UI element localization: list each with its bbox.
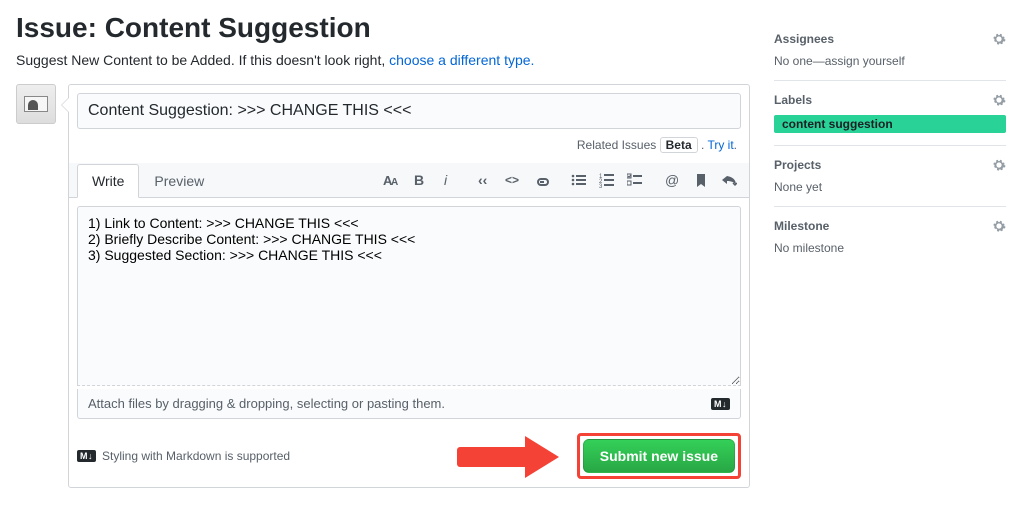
- avatar[interactable]: [16, 84, 56, 124]
- projects-body: None yet: [774, 180, 1006, 194]
- label-chip[interactable]: content suggestion: [774, 115, 1006, 133]
- subtitle-text: Suggest New Content to be Added. If this…: [16, 52, 389, 68]
- annotation-arrow-icon: [457, 436, 567, 476]
- try-it-link[interactable]: Try it: [707, 138, 733, 152]
- attach-hint[interactable]: Attach files by dragging & dropping, sel…: [77, 389, 741, 419]
- annotation-highlight: Submit new issue: [577, 433, 741, 479]
- mention-icon[interactable]: [665, 172, 681, 188]
- subtitle: Suggest New Content to be Added. If this…: [16, 52, 750, 68]
- italic-icon[interactable]: [439, 172, 455, 188]
- formatting-toolbar: [365, 172, 741, 188]
- choose-type-link[interactable]: choose a different type.: [389, 52, 534, 68]
- tab-bar: Write Preview: [69, 163, 749, 198]
- gear-icon[interactable]: [992, 93, 1006, 107]
- milestone-title: Milestone: [774, 219, 829, 233]
- gear-icon[interactable]: [992, 158, 1006, 172]
- bookmark-icon[interactable]: [693, 172, 709, 188]
- submit-button[interactable]: Submit new issue: [583, 439, 735, 473]
- markdown-help-text: Styling with Markdown is supported: [102, 449, 290, 463]
- tab-preview[interactable]: Preview: [139, 164, 219, 198]
- link-icon[interactable]: [533, 172, 549, 188]
- markdown-badge-icon: M↓: [711, 398, 730, 410]
- issue-composer: Related Issues Beta . Try it. Write Prev…: [68, 84, 750, 488]
- assignees-body[interactable]: No one—assign yourself: [774, 54, 1006, 68]
- related-issues: Related Issues Beta . Try it.: [81, 137, 737, 153]
- gear-icon[interactable]: [992, 32, 1006, 46]
- ul-icon[interactable]: [571, 172, 587, 188]
- markdown-help[interactable]: M↓ Styling with Markdown is supported: [77, 449, 290, 463]
- beta-badge: Beta: [660, 137, 698, 153]
- code-icon[interactable]: [505, 172, 521, 188]
- tasklist-icon[interactable]: [627, 172, 643, 188]
- projects-title: Projects: [774, 158, 821, 172]
- markdown-badge-icon: M↓: [77, 450, 96, 462]
- gear-icon[interactable]: [992, 219, 1006, 233]
- reply-icon[interactable]: [721, 172, 737, 188]
- issue-title-input[interactable]: [77, 93, 741, 129]
- labels-title: Labels: [774, 93, 812, 107]
- issue-body-textarea[interactable]: [77, 206, 741, 386]
- tab-write[interactable]: Write: [77, 164, 139, 198]
- ol-icon[interactable]: [599, 172, 615, 188]
- heading-icon[interactable]: [383, 172, 399, 188]
- quote-icon[interactable]: [477, 172, 493, 188]
- related-label: Related Issues: [577, 138, 656, 152]
- milestone-body: No milestone: [774, 241, 1006, 255]
- attach-text: Attach files by dragging & dropping, sel…: [88, 396, 445, 411]
- bold-icon[interactable]: [411, 172, 427, 188]
- assignees-title: Assignees: [774, 32, 834, 46]
- page-title: Issue: Content Suggestion: [16, 12, 750, 44]
